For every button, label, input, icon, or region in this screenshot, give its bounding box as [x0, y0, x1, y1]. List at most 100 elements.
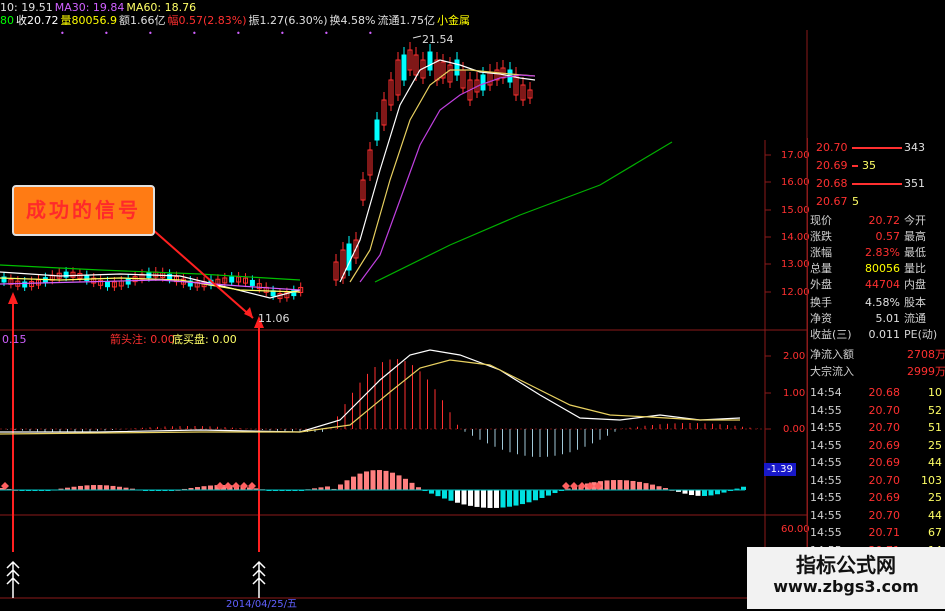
- order-volume-bar: [852, 147, 902, 149]
- tick-volume: 51: [928, 421, 942, 434]
- tick-time: 14:55: [810, 508, 842, 522]
- tick-volume: 44: [928, 508, 942, 522]
- quote-value: 2.83%: [865, 246, 900, 259]
- flow-row[interactable]: 净流入额 2708万: [808, 347, 945, 363]
- sub-hist-bar: [630, 480, 636, 490]
- order-book-row[interactable]: 20.67 5: [808, 194, 945, 210]
- high-price-label: 21.54: [422, 33, 454, 46]
- tick-time: 14:54: [810, 386, 842, 399]
- sub-hist-bar: [715, 490, 720, 495]
- sub-hist-bar: [624, 480, 629, 490]
- price-info-item-3: 额1.66亿: [119, 14, 166, 27]
- order-book-row[interactable]: 20.70 343: [808, 140, 945, 156]
- quote-label-secondary: 股本: [904, 296, 926, 309]
- ma60-line: [374, 141, 673, 283]
- sub-hist-bar: [325, 486, 330, 490]
- tick-time: 14:55: [810, 421, 842, 434]
- quote-value: 44704: [865, 278, 900, 291]
- quote-panel: 20.70 343 20.69 35 20.68 351 20.67 5 现价 20.72 今开 涨跌…: [807, 138, 945, 609]
- tick-row[interactable]: 14:55 20.69 25: [808, 490, 945, 506]
- tick-volume: 25: [928, 491, 942, 504]
- macd-axis-tick: 2.00: [783, 351, 806, 362]
- price-axis-tick: 17.00: [781, 150, 810, 161]
- sub-hist-bar: [481, 490, 486, 508]
- sub-hist-bar: [520, 490, 525, 505]
- candle-body: [401, 54, 407, 81]
- price-axis-tick: 16.00: [781, 177, 810, 188]
- quote-row[interactable]: 净资 5.01 流通: [808, 311, 945, 327]
- subchart-indicator-1: 箭头注: 0.00: [110, 333, 175, 346]
- quote-row[interactable]: 外盘 44704 内盘: [808, 277, 945, 293]
- quote-row[interactable]: 换手 4.58% 股本: [808, 295, 945, 311]
- order-book-row[interactable]: 20.68 351: [808, 176, 945, 192]
- flow-row[interactable]: 大宗流入 2999万: [808, 364, 945, 380]
- quote-label-secondary: 最低: [904, 246, 926, 259]
- sub-hist-bar: [110, 485, 116, 490]
- order-volume: 35: [862, 159, 876, 172]
- quote-label-secondary: 最高: [904, 230, 926, 243]
- quote-row[interactable]: 涨跌 0.57 最高: [808, 229, 945, 245]
- sub-hist-bar: [344, 480, 350, 490]
- sub-hist-bar: [396, 475, 402, 490]
- order-price: 20.69: [816, 159, 848, 172]
- marker-dot: •: [236, 29, 241, 38]
- sub-hist-bar: [390, 472, 395, 490]
- order-price: 20.67: [816, 195, 848, 208]
- sub-hist-bar: [468, 490, 473, 506]
- order-price: 20.68: [816, 177, 848, 190]
- marker-dot: •: [192, 29, 197, 38]
- signal-callout: 成功的信号: [12, 185, 155, 236]
- marker-dot: •: [104, 29, 109, 38]
- candle-body: [125, 278, 131, 285]
- sub-hist-bar: [442, 490, 447, 499]
- sub-hist-bar: [533, 490, 538, 501]
- tick-row[interactable]: 14:55 20.69 25: [808, 438, 945, 454]
- tick-price: 20.70: [868, 508, 901, 522]
- marker-dot: •: [324, 29, 329, 38]
- candle-body: [427, 51, 433, 71]
- tick-volume: 10: [928, 386, 942, 399]
- subchart-left-value: 0.15: [2, 333, 27, 346]
- marker-dot: •: [368, 29, 373, 38]
- tick-row[interactable]: 14:55 20.70 103: [808, 473, 945, 489]
- macd-axis-tick: -1.39: [764, 463, 796, 476]
- price-info-item-7: 流通1.75亿: [377, 14, 436, 27]
- candle-body: [84, 275, 90, 282]
- sub-hist-bar: [526, 490, 532, 503]
- quote-label: 总量: [810, 262, 832, 275]
- sub-hist-bar: [104, 485, 109, 490]
- dea-line: [0, 359, 740, 435]
- sub-hist-bar: [383, 470, 389, 490]
- order-book-row[interactable]: 20.69 35: [808, 158, 945, 174]
- tick-row[interactable]: 14:55 20.70 51: [808, 420, 945, 436]
- sub-hist-bar: [487, 490, 493, 508]
- tick-time: 14:55: [810, 473, 842, 487]
- quote-label-secondary: 流通: [904, 312, 926, 325]
- sub-hist-bar: [474, 490, 480, 507]
- tick-row[interactable]: 14:55 20.69 44: [808, 455, 945, 471]
- quote-row[interactable]: 收益(三) 0.011 PE(动): [808, 327, 945, 343]
- macd-axis-tick: 0.00: [783, 424, 806, 435]
- tick-row[interactable]: 14:55 20.70 44: [808, 508, 945, 524]
- quote-label: 外盘: [810, 278, 832, 291]
- tick-row[interactable]: 14:54 20.68 10: [808, 385, 945, 401]
- stock-chart-canvas[interactable]: • • • • • • • •: [0, 0, 945, 609]
- sub-hist-bar: [702, 490, 707, 496]
- tick-row[interactable]: 14:55 20.71 67: [808, 525, 945, 541]
- quote-row[interactable]: 现价 20.72 今开: [808, 213, 945, 229]
- sub-hist-bar: [448, 490, 454, 501]
- tick-volume: 44: [928, 456, 942, 469]
- bottom-axis-tick: 60.00: [781, 524, 810, 535]
- sub-hist-bar: [403, 478, 408, 490]
- quote-row[interactable]: 总量 80056 量比: [808, 261, 945, 277]
- quote-row[interactable]: 涨幅 2.83% 最低: [808, 245, 945, 261]
- quote-value: 20.72: [868, 214, 901, 227]
- subchart-indicator-2: 底买盘: 0.00: [172, 333, 237, 346]
- sub-hist-bar: [708, 490, 714, 496]
- order-volume-bar: [852, 183, 902, 185]
- tick-row[interactable]: 14:55 20.70 52: [808, 403, 945, 419]
- flow-value: 2999万: [907, 365, 945, 378]
- flow-value: 2708万: [907, 348, 945, 361]
- order-volume: 343: [904, 141, 925, 154]
- quote-label: 现价: [810, 214, 832, 227]
